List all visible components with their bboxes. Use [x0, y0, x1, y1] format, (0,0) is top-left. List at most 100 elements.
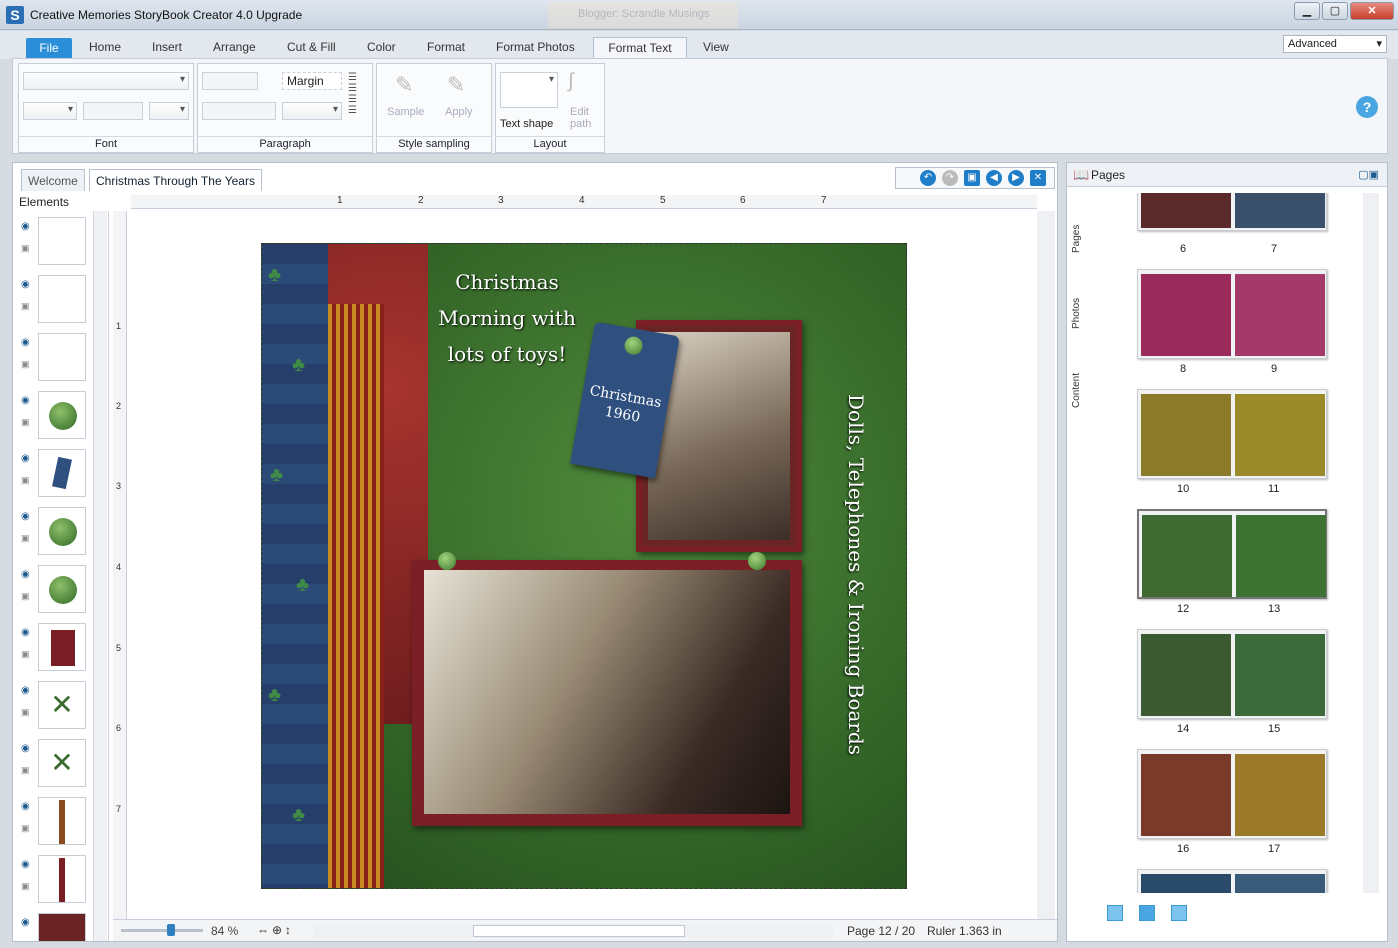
tab-view[interactable]: View	[703, 40, 729, 54]
tab-arrange[interactable]: Arrange	[213, 40, 256, 54]
element-item[interactable]: ◉ ▣	[17, 621, 99, 673]
page-spread[interactable]	[1137, 269, 1327, 359]
spread-view-icon[interactable]	[1139, 905, 1155, 921]
lock-icon[interactable]: ▣	[21, 359, 30, 370]
lock-icon[interactable]: ▣	[21, 823, 30, 834]
lock-icon[interactable]: ▣	[21, 765, 30, 776]
eye-icon[interactable]: ◉	[21, 395, 30, 406]
sample-button[interactable]: Sample	[387, 106, 424, 118]
canvas-vertical-scrollbar[interactable]	[1037, 211, 1055, 921]
maximize-button[interactable]: ▢	[1322, 2, 1348, 20]
paragraph-align-box[interactable]	[202, 72, 258, 90]
element-item[interactable]: ◉ ▣ ✕	[17, 737, 99, 789]
help-icon[interactable]: ?	[1356, 96, 1378, 118]
margin-button[interactable]: Margin	[282, 72, 342, 90]
page-spread[interactable]	[1137, 749, 1327, 839]
zoom-slider[interactable]	[121, 929, 203, 932]
eye-icon[interactable]: ◉	[21, 917, 30, 928]
element-item[interactable]: ◉	[17, 911, 99, 941]
side-tab-content[interactable]: Content	[1071, 355, 1093, 425]
line-spacing-select[interactable]	[282, 102, 342, 120]
element-item[interactable]: ◉ ▣ ✕	[17, 679, 99, 731]
horizontal-scrollbar[interactable]	[313, 924, 833, 938]
button-embellishment[interactable]	[438, 552, 456, 570]
lock-icon[interactable]: ▣	[21, 417, 30, 428]
tab-format-photos[interactable]: Format Photos	[496, 40, 575, 54]
lock-icon[interactable]: ▣	[21, 649, 30, 660]
pages-scrollbar[interactable]	[1363, 193, 1379, 893]
mode-select[interactable]: Advanced	[1283, 35, 1387, 53]
font-family-select[interactable]	[23, 72, 189, 90]
eye-icon[interactable]: ◉	[21, 627, 30, 638]
lock-icon[interactable]: ▣	[21, 591, 30, 602]
eye-icon[interactable]: ◉	[21, 801, 30, 812]
element-item[interactable]: ◉ ▣	[17, 389, 99, 441]
lock-icon[interactable]: ▣	[21, 301, 30, 312]
headline-text[interactable]: Christmas Morning with lots of toys!	[422, 264, 592, 372]
blue-tree-paper-strip[interactable]: ♣ ♣ ♣ ♣ ♣ ♣	[262, 244, 328, 888]
eye-icon[interactable]: ◉	[21, 511, 30, 522]
save-icon[interactable]: ▣	[964, 170, 980, 186]
minimize-button[interactable]: ▁	[1294, 2, 1320, 20]
element-item[interactable]: ◉ ▣	[17, 215, 99, 267]
alignment-buttons[interactable]	[202, 102, 276, 120]
button-embellishment[interactable]	[748, 552, 766, 570]
eye-icon[interactable]: ◉	[21, 685, 30, 696]
zoom-slider-knob[interactable]	[167, 924, 175, 936]
lock-icon[interactable]: ▣	[21, 475, 30, 486]
element-item[interactable]: ◉ ▣	[17, 273, 99, 325]
eye-icon[interactable]: ◉	[21, 279, 30, 290]
font-style-box[interactable]	[83, 102, 143, 120]
text-shape-select[interactable]	[500, 72, 558, 108]
element-item[interactable]: ◉ ▣	[17, 447, 99, 499]
elements-scrollbar[interactable]	[93, 211, 107, 941]
element-item[interactable]: ◉ ▣	[17, 331, 99, 383]
scrapbook-page[interactable]: ♣ ♣ ♣ ♣ ♣ ♣ Christmas Morning with lots …	[261, 243, 907, 889]
lock-icon[interactable]: ▣	[21, 533, 30, 544]
close-document-icon[interactable]: ✕	[1030, 170, 1046, 186]
background-window-tab[interactable]: Blogger: Scrandle Musings	[548, 2, 738, 28]
redo-icon[interactable]: ↷	[942, 170, 958, 186]
previous-page-icon[interactable]: ◀	[986, 170, 1002, 186]
page-spread[interactable]	[1137, 869, 1327, 893]
tab-format[interactable]: Format	[427, 40, 465, 54]
eye-icon[interactable]: ◉	[21, 859, 30, 870]
tab-color[interactable]: Color	[367, 40, 396, 54]
lock-icon[interactable]: ▣	[21, 881, 30, 892]
undo-icon[interactable]: ↶	[920, 170, 936, 186]
eye-icon[interactable]: ◉	[21, 569, 30, 580]
close-button[interactable]: ✕	[1350, 2, 1394, 20]
lock-icon[interactable]: ▣	[21, 243, 30, 254]
photo-ironing-board[interactable]	[412, 560, 802, 826]
apply-button[interactable]: Apply	[445, 106, 473, 118]
eye-icon[interactable]: ◉	[21, 221, 30, 232]
tab-format-text[interactable]: Format Text	[593, 37, 687, 59]
panel-dock-icon[interactable]: ▢▣	[1358, 168, 1379, 181]
tab-home[interactable]: Home	[89, 40, 121, 54]
fit-buttons[interactable]: ⇔⊕↕	[257, 923, 294, 937]
element-item[interactable]: ◉ ▣	[17, 505, 99, 557]
edit-path-button[interactable]: Edit path	[570, 106, 600, 130]
tab-christmas-through-the-years[interactable]: Christmas Through The Years	[89, 169, 262, 191]
striped-ribbon[interactable]	[328, 304, 384, 888]
single-view-icon[interactable]	[1171, 905, 1187, 921]
tab-file[interactable]: File	[26, 38, 72, 58]
page-spread-selected[interactable]	[1137, 509, 1327, 599]
next-page-icon[interactable]: ▶	[1008, 170, 1024, 186]
element-item[interactable]: ◉ ▣	[17, 563, 99, 615]
font-size-select[interactable]	[23, 102, 77, 120]
element-item[interactable]: ◉ ▣	[17, 853, 99, 905]
list-icons[interactable]: ☰ ☰ ☰ ☰	[348, 72, 364, 118]
tab-welcome[interactable]: Welcome	[21, 169, 85, 191]
element-item[interactable]: ◉ ▣	[17, 795, 99, 847]
eye-icon[interactable]: ◉	[21, 453, 30, 464]
eye-icon[interactable]: ◉	[21, 337, 30, 348]
tab-cut-fill[interactable]: Cut & Fill	[287, 40, 336, 54]
scrollbar-thumb[interactable]	[473, 925, 685, 937]
side-caption-text[interactable]: Dolls, Telephones & Ironing Boards	[808, 394, 868, 774]
side-tab-photos[interactable]: Photos	[1071, 283, 1093, 343]
tab-insert[interactable]: Insert	[152, 40, 182, 54]
font-color-select[interactable]	[149, 102, 189, 120]
page-spread[interactable]	[1137, 629, 1327, 719]
page-spread[interactable]	[1137, 389, 1327, 479]
